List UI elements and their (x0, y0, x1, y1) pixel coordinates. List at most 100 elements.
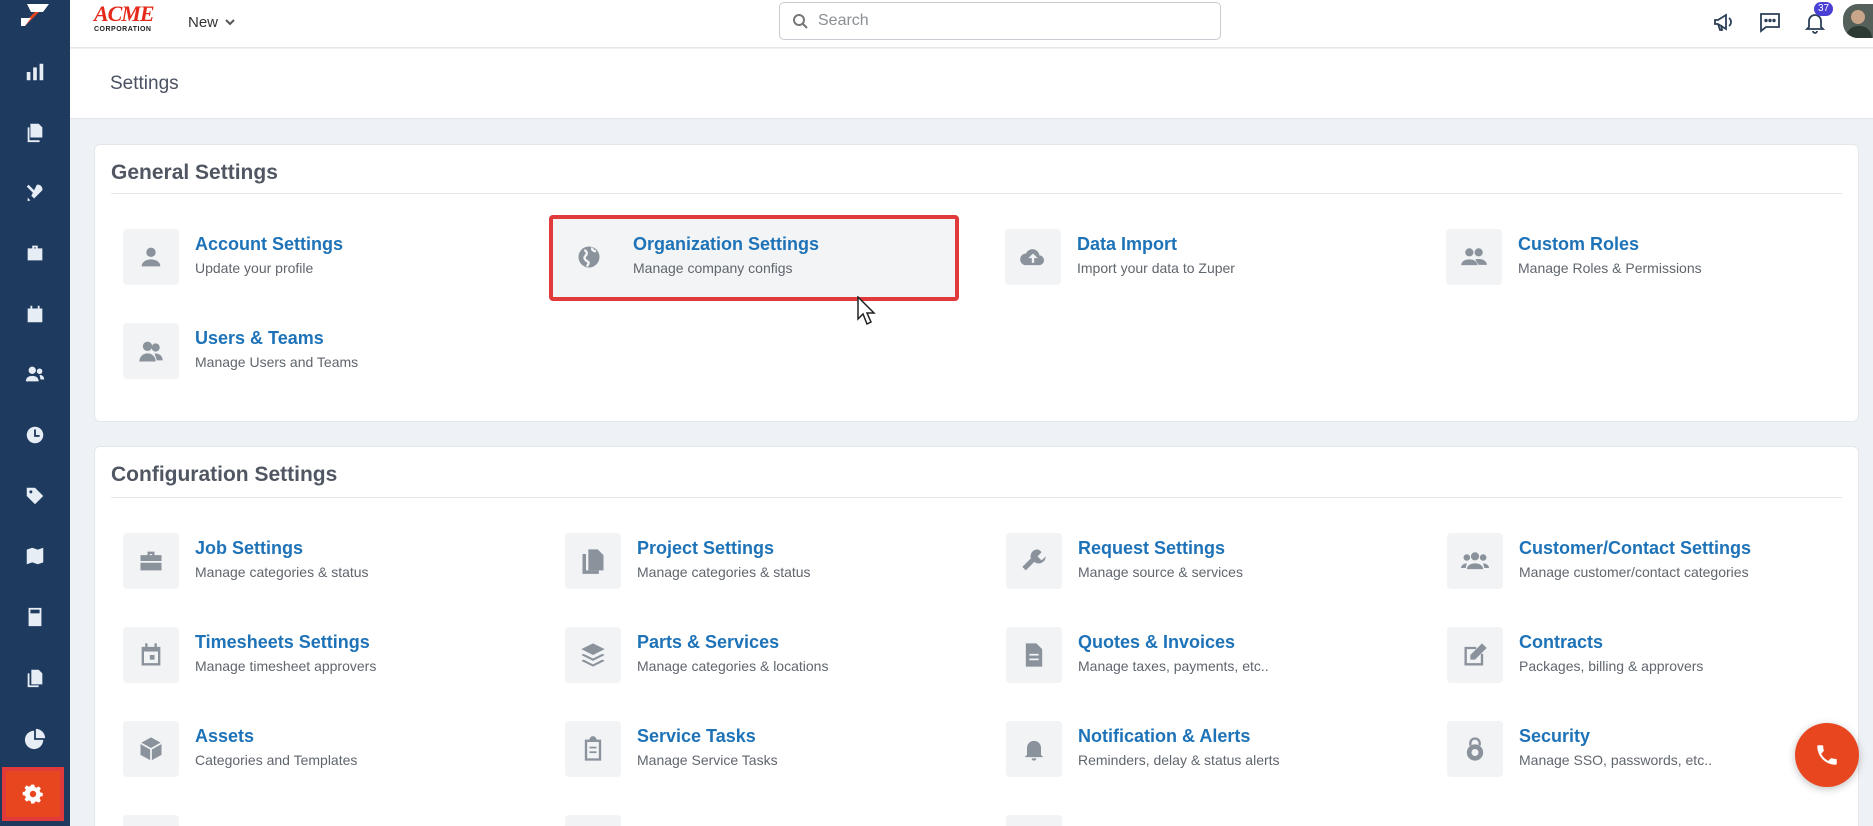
tile-title: Parts & Services (637, 632, 780, 652)
tile-placeholder (123, 815, 179, 826)
tile-title: Security (1519, 726, 1591, 746)
reports-icon[interactable] (0, 717, 70, 761)
group-icon (1447, 533, 1503, 589)
page-header: Settings (70, 49, 1873, 119)
tile-assets[interactable]: Assets Categories and Templates (111, 707, 521, 785)
tile-title: Customer/Contact Settings (1519, 538, 1752, 558)
tile-account-settings[interactable]: Account Settings Update your profile (111, 215, 521, 293)
user-avatar[interactable] (1843, 4, 1873, 38)
section-title: General Settings (111, 161, 278, 184)
call-button[interactable] (1795, 723, 1859, 787)
documents-icon[interactable] (0, 656, 70, 700)
tile-job-settings[interactable]: Job Settings Manage categories & status (111, 519, 521, 597)
bell-icon (1006, 721, 1062, 777)
tile-subtitle: Manage Roles & Permissions (1518, 260, 1702, 276)
lock-icon (1447, 721, 1503, 777)
settings-icon[interactable] (2, 767, 64, 821)
tile-subtitle: Manage company configs (633, 260, 793, 276)
search-input[interactable] (818, 12, 1198, 30)
tile-title: Account Settings (195, 234, 344, 254)
tile-contracts[interactable]: Contracts Packages, billing & approvers (1435, 613, 1845, 691)
search-box[interactable] (779, 2, 1221, 40)
tile-title: Quotes & Invoices (1078, 632, 1236, 652)
tile-subtitle: Manage Service Tasks (637, 752, 778, 768)
brand-name: ACME (94, 1, 155, 26)
tile-placeholder (1006, 815, 1062, 826)
tile-subtitle: Manage categories & locations (637, 658, 829, 674)
wrench-icon (1006, 533, 1062, 589)
chat-icon[interactable] (1756, 8, 1784, 36)
new-button[interactable]: New (188, 10, 236, 34)
tile-title: Request Settings (1078, 538, 1226, 558)
invoice-icon (1006, 627, 1062, 683)
app-logo[interactable] (0, 0, 70, 30)
users-icon (123, 323, 179, 379)
tile-timesheets-settings[interactable]: Timesheets Settings Manage timesheet app… (111, 613, 521, 691)
tile-security[interactable]: Security Manage SSO, passwords, etc.. (1435, 707, 1845, 785)
person-icon (123, 229, 179, 285)
tile-subtitle: Update your profile (195, 260, 314, 276)
tile-quotes-invoices[interactable]: Quotes & Invoices Manage taxes, payments… (994, 613, 1404, 691)
brand-sub: CORPORATION (94, 26, 152, 33)
chevron-down-icon (225, 19, 235, 26)
tile-subtitle: Manage timesheet approvers (195, 658, 377, 674)
layers-icon (565, 627, 621, 683)
briefcase-icon[interactable] (0, 231, 70, 275)
tools-icon[interactable] (0, 171, 70, 215)
notification-bell-icon[interactable]: 37 (1801, 2, 1834, 36)
calendar-icon[interactable] (0, 292, 70, 336)
tile-organization-settings[interactable]: Organization Settings Manage company con… (549, 215, 959, 301)
map-icon[interactable] (0, 534, 70, 578)
tile-subtitle: Reminders, delay & status alerts (1078, 752, 1280, 768)
cloud-upload-icon (1005, 229, 1061, 285)
tile-title: Data Import (1077, 234, 1178, 254)
tile-notification-alerts[interactable]: Notification & Alerts Reminders, delay &… (994, 707, 1404, 785)
customers-icon[interactable] (0, 352, 70, 396)
section-title: Configuration Settings (111, 463, 338, 486)
tile-service-tasks[interactable]: Service Tasks Manage Service Tasks (553, 707, 963, 785)
tile-title: Organization Settings (633, 234, 820, 254)
tile-subtitle: Import your data to Zuper (1077, 260, 1235, 276)
edit-icon (1447, 627, 1503, 683)
tag-icon[interactable] (0, 474, 70, 518)
sidebar (0, 0, 70, 826)
tile-custom-roles[interactable]: Custom Roles Manage Roles & Permissions (1434, 215, 1844, 293)
configuration-settings-card: Configuration Settings Job Settings Mana… (94, 446, 1859, 826)
mouse-cursor-icon (857, 296, 876, 326)
documents-icon (565, 533, 621, 589)
tile-customer-contact-settings[interactable]: Customer/Contact Settings Manage custome… (1435, 519, 1845, 597)
tile-title: Users & Teams (195, 328, 324, 348)
jobs-icon[interactable] (0, 110, 70, 154)
tile-title: Project Settings (637, 538, 775, 558)
tile-subtitle: Manage customer/contact categories (1519, 564, 1749, 580)
tile-title: Assets (195, 726, 255, 746)
page-title: Settings (110, 73, 179, 94)
tile-title: Timesheets Settings (195, 632, 370, 652)
tile-parts-services[interactable]: Parts & Services Manage categories & loc… (553, 613, 963, 691)
globe-icon (561, 229, 617, 285)
company-logo[interactable]: ACME CORPORATION (94, 2, 164, 36)
search-icon (793, 14, 808, 29)
tile-title: Service Tasks (637, 726, 756, 746)
tile-placeholder (565, 815, 621, 826)
announcement-icon[interactable] (1710, 8, 1738, 36)
tile-title: Job Settings (195, 538, 304, 558)
tile-request-settings[interactable]: Request Settings Manage source & service… (994, 519, 1404, 597)
tile-data-import[interactable]: Data Import Import your data to Zuper (993, 215, 1403, 293)
tile-subtitle: Manage categories & status (195, 564, 369, 580)
tile-project-settings[interactable]: Project Settings Manage categories & sta… (553, 519, 963, 597)
clipboard-icon (565, 721, 621, 777)
tile-subtitle: Manage taxes, payments, etc.. (1078, 658, 1269, 674)
top-bar: ACME CORPORATION New 37 (70, 0, 1873, 48)
tile-subtitle: Manage source & services (1078, 564, 1243, 580)
tile-subtitle: Manage categories & status (637, 564, 811, 580)
tile-subtitle: Manage Users and Teams (195, 354, 359, 370)
dashboard-icon[interactable] (0, 50, 70, 94)
calculator-icon[interactable] (0, 595, 70, 639)
zuper-logo-icon (21, 4, 49, 26)
tile-users-teams[interactable]: Users & Teams Manage Users and Teams (111, 309, 521, 387)
tile-subtitle: Categories and Templates (195, 752, 358, 768)
timesheet-icon[interactable] (0, 413, 70, 457)
tile-subtitle: Manage SSO, passwords, etc.. (1519, 752, 1712, 768)
tile-title: Custom Roles (1518, 234, 1640, 254)
